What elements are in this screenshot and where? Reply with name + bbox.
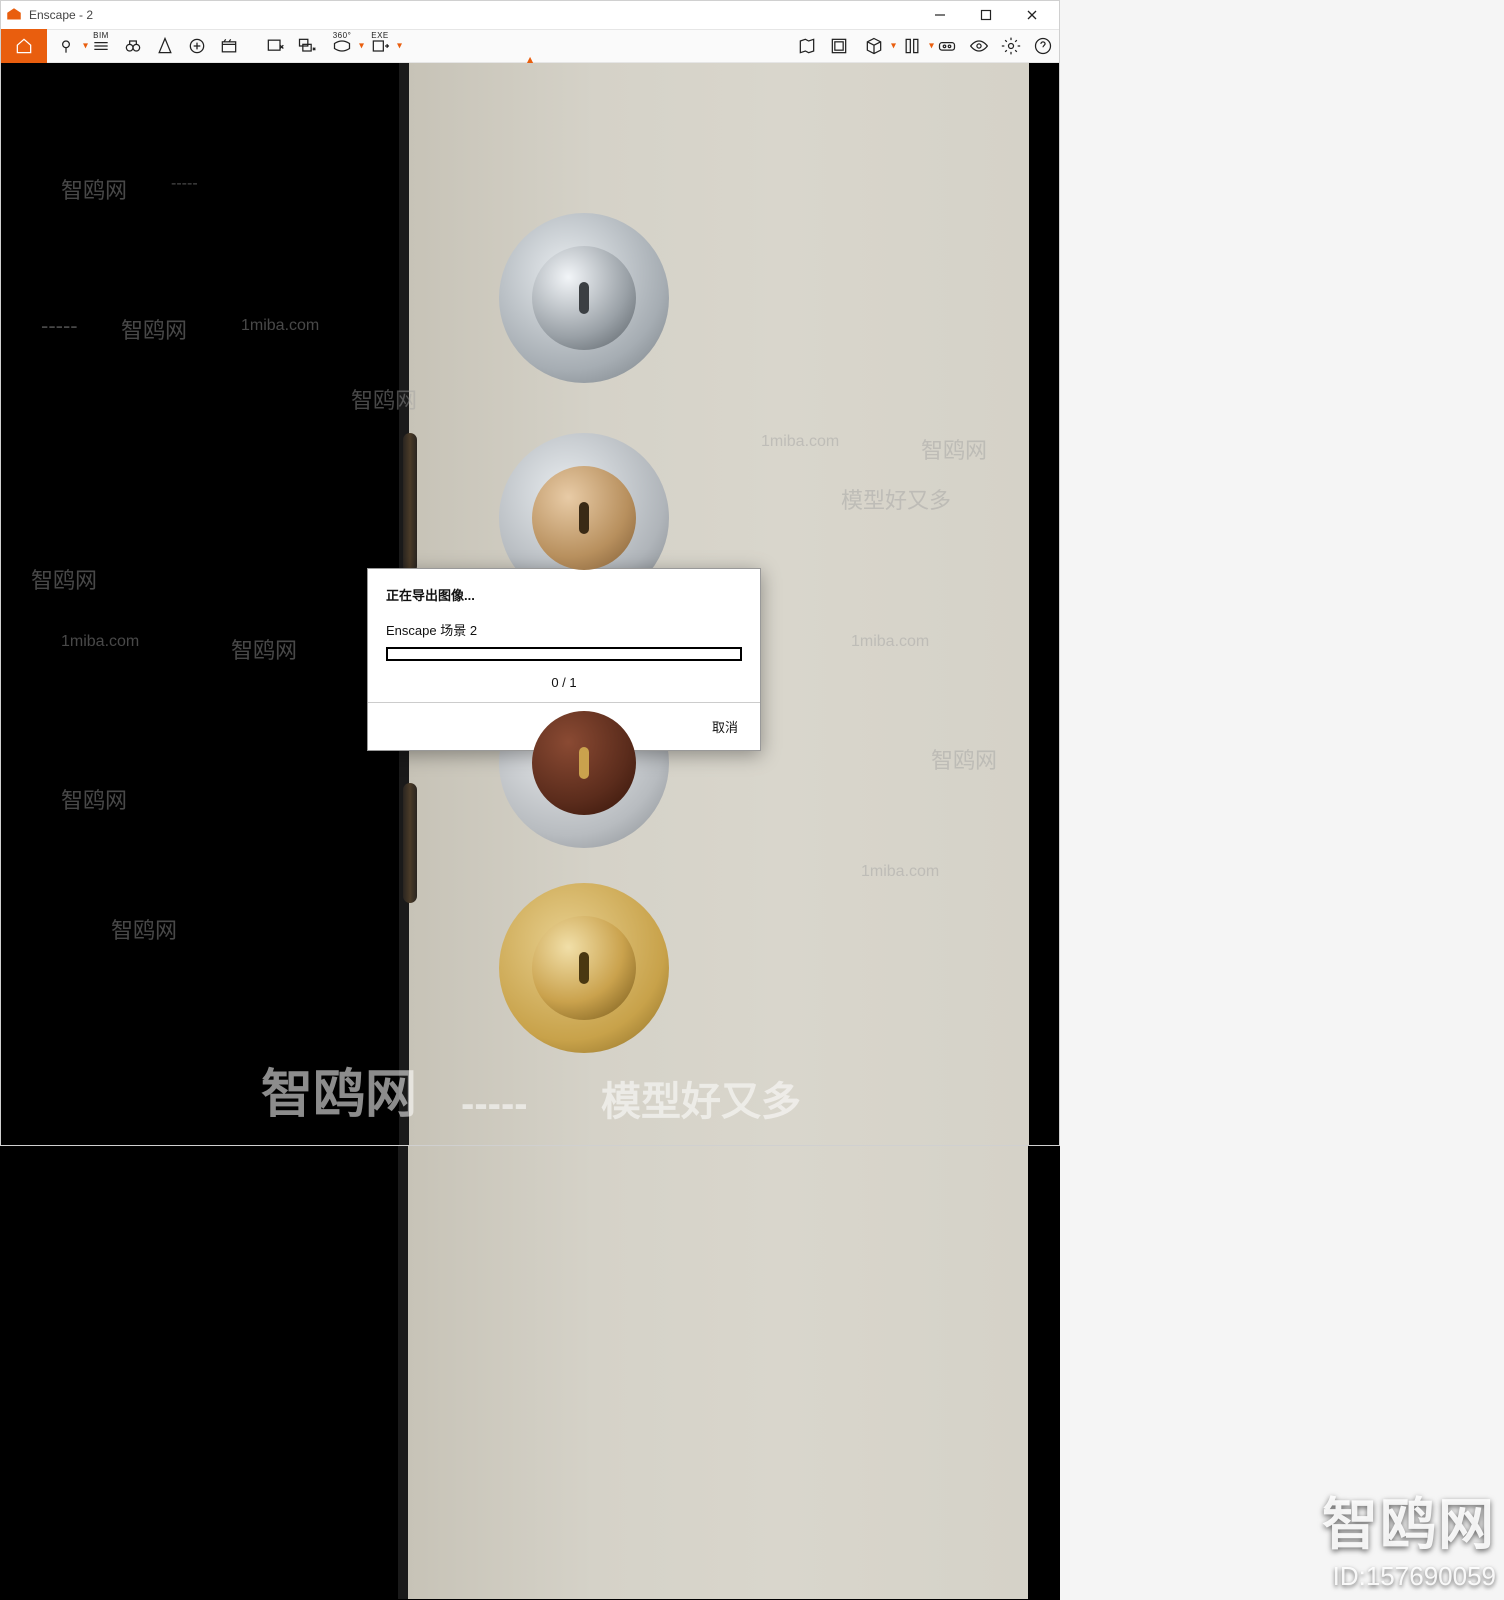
- batch-export-button[interactable]: [291, 29, 323, 63]
- minimize-button[interactable]: [917, 1, 963, 29]
- home-button[interactable]: [1, 29, 47, 63]
- toolbar: ▾ BIM: [1, 29, 1059, 63]
- map-button[interactable]: [791, 29, 823, 63]
- brand-id: ID:157690059: [1322, 1561, 1496, 1592]
- vr-button[interactable]: [931, 29, 963, 63]
- doorknob-silver: [499, 213, 669, 383]
- door-latch: [403, 433, 417, 573]
- watermark: 智鸥网: [31, 563, 97, 595]
- view-cube-button[interactable]: ▾: [855, 29, 893, 63]
- watermark: 智鸥网: [111, 913, 177, 945]
- doorknob-gold: [499, 883, 669, 1053]
- settings-button[interactable]: [995, 29, 1027, 63]
- watermark: 1miba.com: [241, 317, 319, 335]
- progress-counter: 0 / 1: [386, 675, 742, 690]
- dialog-scene-name: Enscape 场景 2: [386, 620, 742, 639]
- watermark: 智鸥网: [61, 173, 127, 205]
- maximize-button[interactable]: [963, 1, 1009, 29]
- enscape-logo-icon: [5, 6, 23, 24]
- help-button[interactable]: [1027, 29, 1059, 63]
- brand-corner: 智鸥网 ID:157690059: [1322, 1480, 1496, 1592]
- watermark: -----: [171, 175, 198, 193]
- overflow-area: [0, 1146, 1060, 1600]
- pano-button[interactable]: 360° ▾: [323, 29, 361, 63]
- bim-button[interactable]: BIM: [85, 29, 117, 63]
- add-button[interactable]: [181, 29, 213, 63]
- chevron-down-icon: ▾: [397, 41, 402, 52]
- cancel-button[interactable]: 取消: [712, 720, 738, 735]
- library-button[interactable]: ▾: [893, 29, 931, 63]
- watermark: 智鸥网: [61, 783, 127, 815]
- image-export-button[interactable]: [259, 29, 291, 63]
- close-button[interactable]: [1009, 1, 1055, 29]
- watermark-logo: 智鸥网: [261, 1052, 417, 1127]
- door-latch: [403, 783, 417, 903]
- gutter: [1060, 0, 1504, 1600]
- progress-bar: [386, 647, 742, 661]
- watermark: 1miba.com: [61, 633, 139, 651]
- watermark: -----: [41, 313, 78, 339]
- window-title: Enscape - 2: [29, 8, 93, 22]
- video-button[interactable]: [213, 29, 245, 63]
- enscape-window: Enscape - 2 ▾ BIM: [0, 0, 1060, 1146]
- pin-button[interactable]: ▾: [47, 29, 85, 63]
- titlebar: Enscape - 2: [1, 1, 1059, 29]
- compass-button[interactable]: [149, 29, 181, 63]
- exe-export-button[interactable]: EXE ▾: [361, 29, 399, 63]
- render-viewport[interactable]: 智鸥网 ----- ----- 智鸥网 1miba.com 智鸥网 智鸥网 1m…: [1, 63, 1059, 1145]
- assets-button[interactable]: [823, 29, 855, 63]
- brand-name: 智鸥网: [1322, 1480, 1496, 1561]
- visibility-button[interactable]: [963, 29, 995, 63]
- binoculars-button[interactable]: [117, 29, 149, 63]
- dialog-title: 正在导出图像...: [386, 585, 742, 604]
- watermark: 智鸥网: [231, 633, 297, 665]
- watermark: 智鸥网: [121, 313, 187, 345]
